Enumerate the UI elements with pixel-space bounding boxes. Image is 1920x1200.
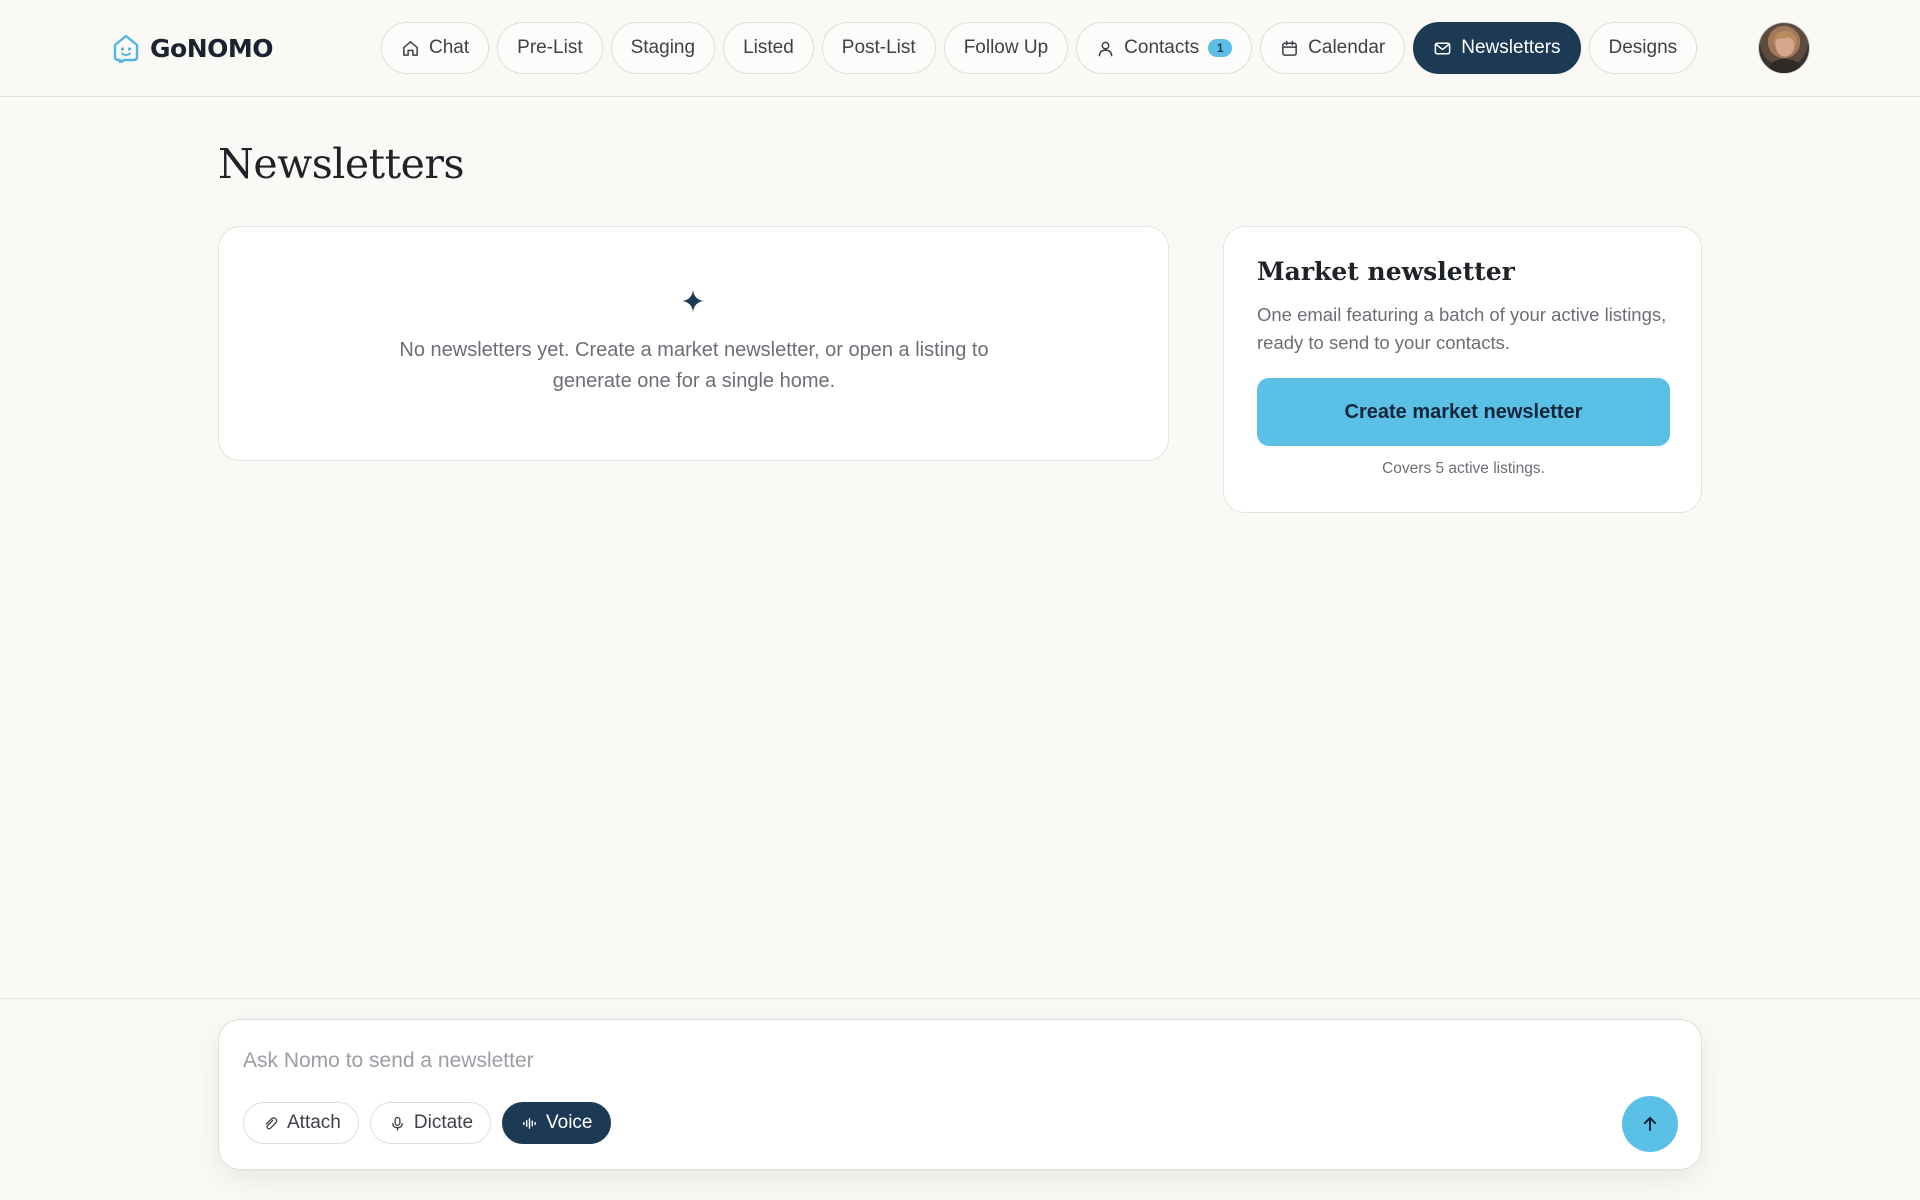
house-face-logo-icon (113, 34, 139, 63)
nav-listed[interactable]: Listed (723, 22, 814, 74)
person-icon (1098, 41, 1113, 56)
nav-pre-list[interactable]: Pre-List (497, 22, 603, 74)
calendar-icon (1282, 40, 1298, 56)
chat-composer: Attach Dictate Voice (218, 1019, 1702, 1170)
page-title: Newsletters (218, 140, 465, 188)
empty-state-message: No newsletters yet. Create a market news… (399, 339, 989, 392)
nav-contacts-label: Contacts (1124, 37, 1200, 58)
composer-tools: Attach Dictate Voice (243, 1102, 611, 1144)
nav-staging[interactable]: Staging (610, 22, 716, 74)
nav-follow-up-label: Follow Up (963, 37, 1049, 58)
ask-nomo-input[interactable] (243, 1044, 1643, 1078)
nav-designs-label: Designs (1608, 37, 1678, 58)
top-navigation-bar: GoNOMO Chat Pre-List Staging Listed Post… (0, 0, 1920, 97)
voice-label: Voice (546, 1112, 593, 1133)
voice-button[interactable]: Voice (502, 1102, 611, 1144)
nav-post-list-label: Post-List (841, 37, 916, 58)
nav-calendar[interactable]: Calendar (1260, 22, 1406, 74)
nav-post-list[interactable]: Post-List (821, 22, 936, 74)
paperclip-icon (265, 1116, 278, 1129)
newsletters-empty-state: No newsletters yet. Create a market news… (218, 226, 1169, 461)
microphone-icon (392, 1116, 403, 1131)
nav-listed-label: Listed (743, 37, 794, 58)
mail-icon (1434, 42, 1451, 54)
nav-designs[interactable]: Designs (1588, 22, 1698, 74)
nav-staging-label: Staging (630, 37, 696, 58)
main-nav: Chat Pre-List Staging Listed Post-List F… (381, 21, 1698, 75)
nav-chat-label: Chat (429, 37, 470, 58)
nav-calendar-label: Calendar (1308, 37, 1386, 58)
home-icon (403, 40, 418, 56)
brand-name: GoNOMO (150, 33, 274, 63)
sparkle-icon (682, 290, 704, 312)
active-listings-note: Covers 5 active listings. (1382, 460, 1545, 477)
user-photo (1767, 31, 1803, 73)
nav-chat[interactable]: Chat (381, 22, 490, 74)
nav-contacts[interactable]: Contacts 1 (1076, 22, 1253, 74)
nav-newsletters[interactable]: Newsletters (1413, 22, 1581, 74)
avatar[interactable] (1758, 22, 1810, 74)
market-newsletter-description: One email featuring a batch of your acti… (1257, 304, 1667, 353)
create-market-newsletter-button[interactable]: Create market newsletter (1257, 378, 1670, 446)
nav-follow-up[interactable]: Follow Up (943, 22, 1069, 74)
nav-newsletters-label: Newsletters (1461, 37, 1561, 58)
dictate-button[interactable]: Dictate (369, 1102, 492, 1144)
attach-button[interactable]: Attach (243, 1102, 359, 1144)
audio-waveform-icon (523, 1117, 536, 1129)
attach-label: Attach (287, 1112, 341, 1133)
market-newsletter-card: Market newsletter One email featuring a … (1223, 226, 1702, 513)
arrow-up-icon (1644, 1117, 1656, 1131)
market-newsletter-title: Market newsletter (1257, 257, 1515, 286)
contacts-count-badge: 1 (1208, 39, 1233, 57)
dictate-label: Dictate (413, 1112, 474, 1133)
nav-pre-list-label: Pre-List (517, 37, 583, 58)
brand[interactable]: GoNOMO (112, 30, 274, 66)
send-button[interactable] (1622, 1096, 1678, 1152)
